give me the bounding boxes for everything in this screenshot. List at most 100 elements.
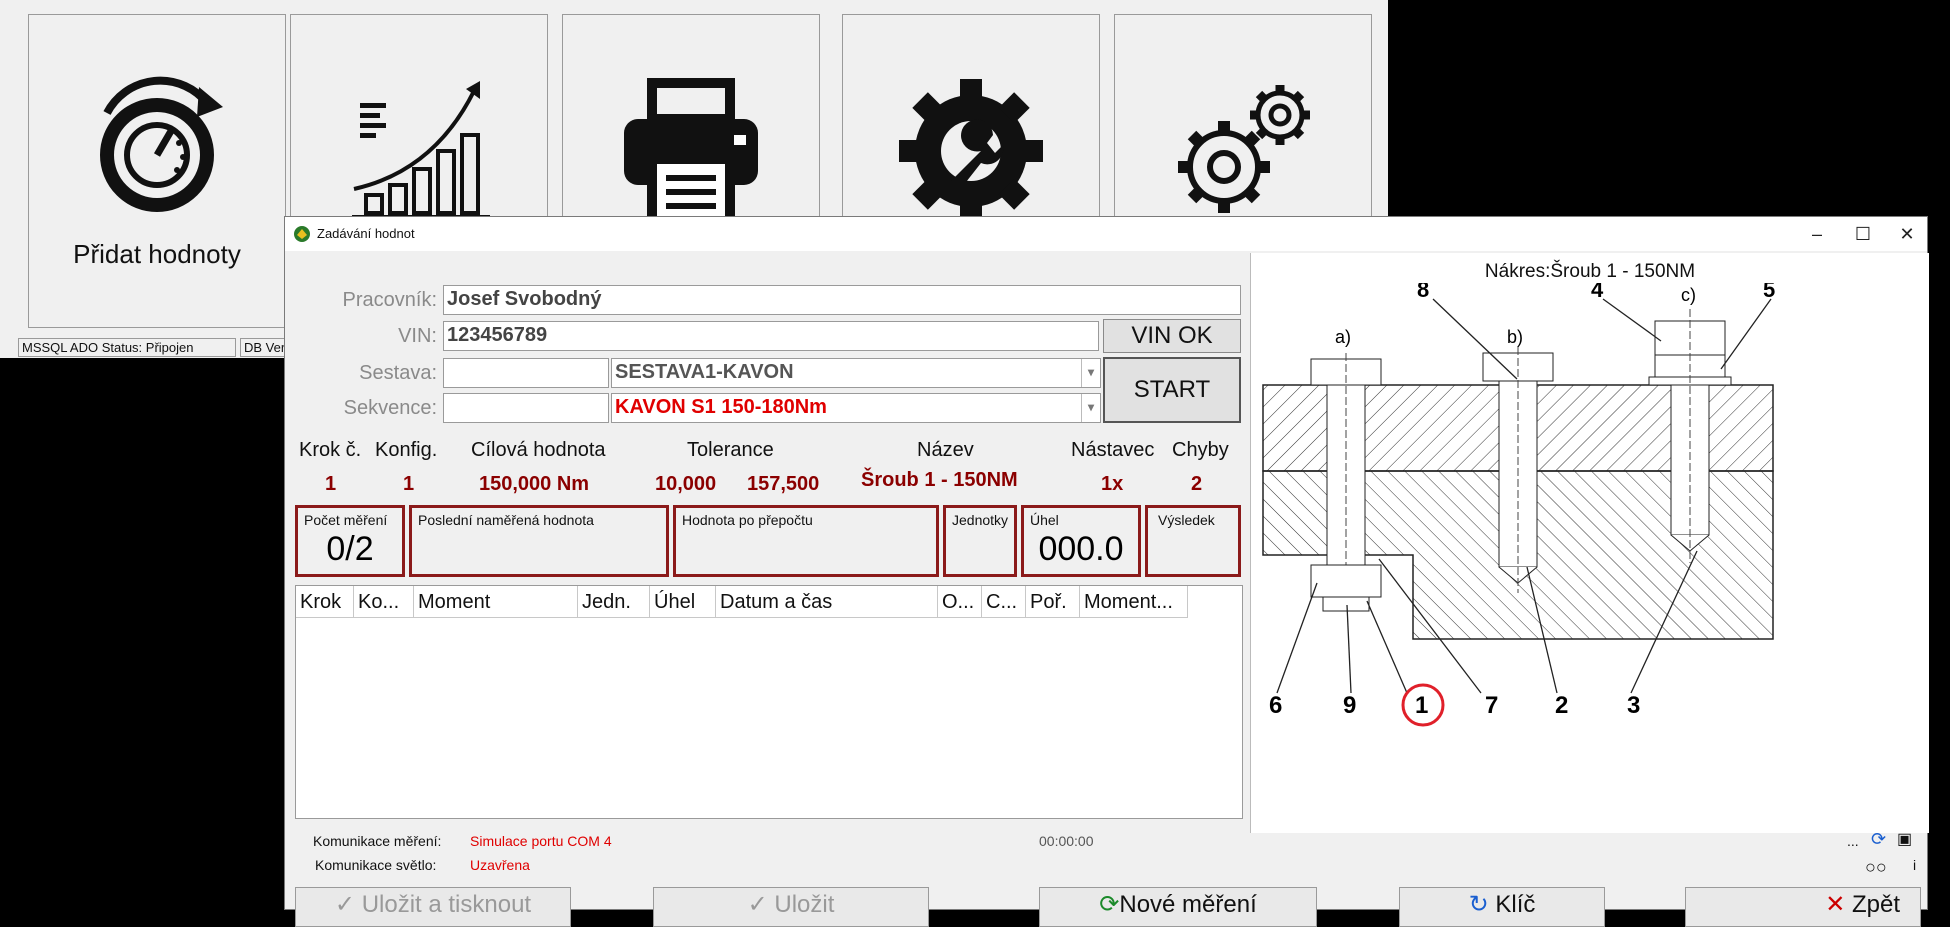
hdr-tolerance: Tolerance — [687, 439, 774, 461]
label-1: 1 — [1415, 692, 1428, 719]
save-print-button[interactable]: ✓ Uložit a tisknout — [295, 887, 571, 927]
speedometer-refresh-icon — [100, 76, 223, 212]
comm-label: Komunikace měření: — [313, 833, 442, 849]
count-box: Počet měření 0/2 — [295, 505, 405, 577]
col-unit[interactable]: Jedn. — [578, 586, 650, 618]
col-datetime[interactable]: Datum a čas — [716, 586, 938, 618]
col-moment[interactable]: Moment — [414, 586, 578, 618]
tile-add-values[interactable]: Přidat hodnoty — [28, 14, 286, 328]
vin-ok-button[interactable]: VIN OK — [1103, 319, 1241, 353]
count-value: 0/2 — [326, 530, 374, 568]
errors-value: 2 — [1191, 473, 1203, 495]
assembly-select[interactable]: SESTAVA1-KAVON ▾ — [611, 358, 1101, 388]
target-value: 150,000 Nm — [479, 473, 590, 495]
label-b: b) — [1507, 327, 1523, 347]
step-value: 1 — [325, 473, 337, 495]
new-measure-label: Nové měření — [1119, 891, 1257, 918]
label-a: a) — [1335, 327, 1351, 347]
worker-label: Pracovník: — [342, 289, 437, 311]
save-label: Uložit — [774, 891, 835, 918]
save-print-label: Uložit a tisknout — [361, 891, 532, 918]
tolerance-max: 157,500 — [747, 473, 820, 495]
main-status-bar: MSSQL ADO Status: Připojen DB Ver — [18, 338, 293, 357]
input-dialog: Zadávání hodnot – ☐ ✕ Pracovník: Josef S… — [284, 216, 1929, 927]
tolerance-min: 10,000 — [655, 473, 717, 495]
config-value: 1 — [403, 473, 415, 495]
vin-field[interactable]: 123456789 — [443, 321, 1099, 351]
label-9: 9 — [1343, 692, 1356, 719]
hdr-name: Název — [917, 439, 974, 461]
units-label: Jednotky — [952, 512, 1009, 528]
sequence-select[interactable]: KAVON S1 150-180Nm ▾ — [611, 393, 1101, 423]
col-order[interactable]: Poř. — [1026, 586, 1080, 618]
dialog-titlebar: Zadávání hodnot – ☐ ✕ — [285, 217, 1927, 251]
printer-icon — [624, 78, 758, 225]
label-4: 4 — [1591, 283, 1604, 302]
drawing-title: Nákres:Šroub 1 - 150NM — [1484, 261, 1696, 282]
app-icon — [294, 226, 310, 242]
growth-chart-icon — [352, 81, 490, 219]
new-measure-button[interactable]: ⟳Nové měření — [1039, 887, 1317, 927]
sequence-code-field[interactable] — [443, 393, 609, 423]
label-2: 2 — [1555, 692, 1568, 719]
db-status: MSSQL ADO Status: Připojen — [18, 338, 236, 357]
count-label: Počet měření — [304, 512, 388, 528]
worker-field[interactable]: Josef Svobodný — [443, 285, 1241, 315]
col-angle[interactable]: Úhel — [650, 586, 716, 618]
col-step[interactable]: Krok — [296, 586, 354, 618]
label-8: 8 — [1417, 283, 1429, 302]
screw-name: Šroub 1 - 150NM — [861, 469, 1018, 491]
db-version: DB Ver — [240, 338, 290, 357]
result-label: Výsledek — [1158, 512, 1215, 528]
last-value-label: Poslední naměřená hodnota — [418, 512, 594, 528]
start-button[interactable]: START — [1103, 357, 1241, 423]
close-icon[interactable]: ✕ — [1885, 221, 1929, 247]
wrench-gear-icon — [899, 79, 1043, 221]
key-label: Klíč — [1495, 891, 1536, 918]
hdr-target: Cílová hodnota — [471, 439, 606, 461]
hdr-bit: Nástavec — [1071, 439, 1155, 461]
hdr-errors: Chyby — [1172, 439, 1229, 461]
chevron-down-icon[interactable]: ▾ — [1081, 394, 1100, 422]
result-box: Výsledek — [1145, 505, 1241, 577]
vin-label: VIN: — [398, 325, 437, 347]
light-value: Uzavřena — [470, 857, 530, 873]
col-c[interactable]: C... — [982, 586, 1026, 618]
bit-value: 1x — [1101, 473, 1124, 495]
label-6: 6 — [1269, 692, 1282, 719]
chevron-down-icon[interactable]: ▾ — [1081, 359, 1100, 387]
timer: 00:00:00 — [1039, 833, 1094, 849]
assembly-label: Sestava: — [359, 362, 437, 384]
light-label: Komunikace světlo: — [315, 857, 437, 873]
sequence-value: KAVON S1 150-180Nm — [615, 396, 827, 418]
last-value-box: Poslední naměřená hodnota — [409, 505, 669, 577]
monitor-icon[interactable]: ▣ — [1897, 829, 1912, 849]
angle-box: Úhel 000.0 — [1021, 505, 1141, 577]
settings-gears-icon — [1178, 85, 1310, 213]
label-3: 3 — [1627, 692, 1640, 719]
comm-value: Simulace portu COM 4 — [470, 833, 612, 849]
drawing-panel: Nákres:Šroub 1 - 150NM 8 4 5 a) b) c) 6 … — [1250, 253, 1929, 833]
label-c: c) — [1681, 285, 1696, 305]
key-button[interactable]: ↻ Klíč — [1399, 887, 1605, 927]
label-5: 5 — [1763, 283, 1775, 302]
measurements-table[interactable]: Krok Ko... Moment Jedn. Úhel Datum a čas… — [295, 585, 1243, 819]
angle-value: 000.0 — [1038, 530, 1124, 568]
dialog-title: Zadávání hodnot — [317, 226, 415, 241]
assembly-code-field[interactable] — [443, 358, 609, 388]
minimize-icon[interactable]: – — [1795, 221, 1839, 247]
col-o[interactable]: O... — [938, 586, 982, 618]
back-button[interactable]: ✕ Zpět — [1685, 887, 1921, 927]
maximize-icon[interactable]: ☐ — [1841, 221, 1885, 247]
assembly-value: SESTAVA1-KAVON — [615, 361, 794, 383]
refresh-icon[interactable]: ⟳ — [1871, 829, 1886, 850]
status-dots: ... — [1847, 833, 1859, 849]
back-label: Zpět — [1851, 891, 1900, 918]
col-moment2[interactable]: Moment... — [1080, 586, 1188, 618]
angle-label: Úhel — [1030, 512, 1059, 528]
tile-add-values-label: Přidat hodnoty — [73, 239, 241, 269]
hdr-step: Krok č. — [299, 439, 362, 461]
col-config[interactable]: Ko... — [354, 586, 414, 618]
recalc-box: Hodnota po přepočtu — [673, 505, 939, 577]
save-button[interactable]: ✓ Uložit — [653, 887, 929, 927]
